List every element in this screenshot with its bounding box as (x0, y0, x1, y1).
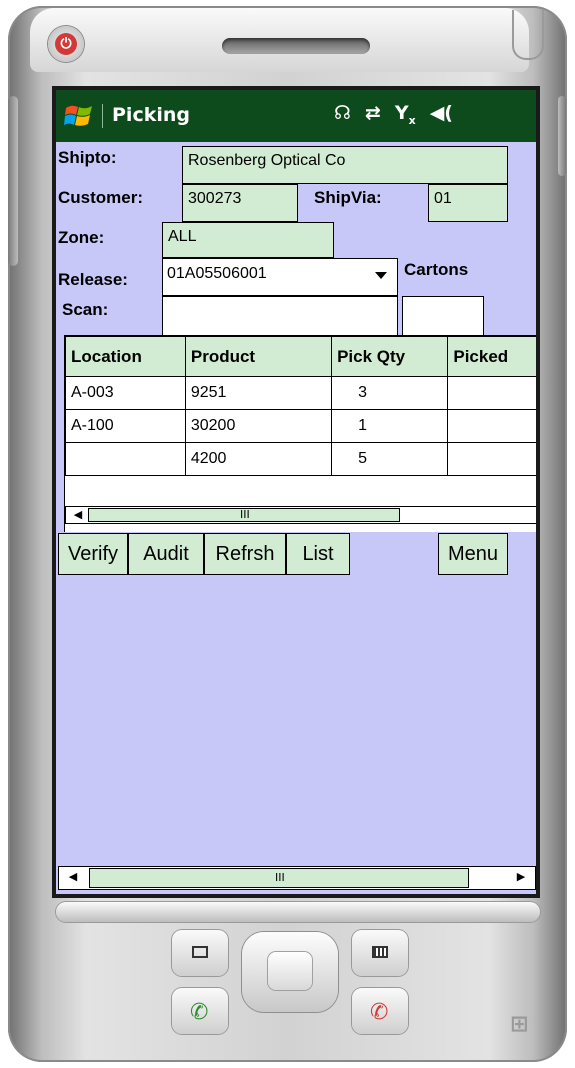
cell-product: 9251 (184, 376, 333, 410)
scroll-left-icon[interactable]: ◀ (68, 508, 88, 522)
cell-pick-qty: 3 (331, 376, 449, 410)
cell-location: A-003 (65, 376, 186, 410)
shipvia-field: 01 (428, 184, 508, 222)
list-button[interactable]: List (286, 533, 350, 575)
cell-picked (447, 442, 536, 476)
refresh-button[interactable]: Refrsh (204, 533, 286, 575)
no-signal-icon[interactable]: Yx (395, 102, 416, 130)
title-bar: Picking ☊ ⇄ Yx ◀︎( (56, 90, 536, 142)
phone-end-icon: ✆ (370, 1000, 389, 1025)
release-dropdown[interactable]: 01A05506001 (162, 258, 398, 296)
left-softkey[interactable] (172, 930, 228, 976)
scan-input[interactable] (162, 296, 398, 336)
table-row[interactable]: A-003 9251 3 (65, 376, 536, 410)
zone-label: Zone: (58, 228, 105, 247)
call-button[interactable]: ✆ (172, 988, 228, 1034)
scan-label: Scan: (62, 300, 109, 319)
cell-pick-qty: 1 (331, 409, 449, 443)
side-button-left[interactable] (8, 96, 18, 266)
volume-icon[interactable]: ◀︎( (430, 102, 453, 130)
menu-button[interactable]: Menu (438, 533, 508, 575)
dpad-center-button[interactable] (268, 952, 312, 990)
picking-table: Location Product Pick Qty Picked A-003 9… (65, 336, 536, 476)
stylus-slot (512, 10, 544, 60)
verify-button[interactable]: Verify (58, 533, 128, 575)
sync-icon[interactable]: ⇄ (365, 102, 381, 130)
shipto-label: Shipto: (58, 148, 117, 167)
grid-scroll-grip: III (240, 508, 250, 521)
zone-field: ALL (162, 222, 334, 258)
app-title: Picking (112, 104, 190, 126)
side-button-right[interactable] (558, 96, 566, 176)
column-header-location[interactable]: Location (65, 336, 186, 377)
status-icons: ☊ ⇄ Yx ◀︎( (334, 102, 453, 130)
column-header-product[interactable]: Product (184, 336, 333, 377)
cell-location (65, 442, 186, 476)
column-header-picked[interactable]: Picked (447, 336, 536, 377)
power-button[interactable]: ⏻ (48, 26, 84, 62)
cartons-label: Cartons (404, 260, 469, 279)
page-scroll-left-icon[interactable]: ◀ (63, 870, 83, 884)
windows-logo-icon: ⊞ (510, 1012, 529, 1037)
cell-picked (447, 409, 536, 443)
release-label: Release: (58, 270, 128, 289)
title-separator (102, 104, 103, 128)
audit-button[interactable]: Audit (128, 533, 204, 575)
page-scroll-grip: III (275, 871, 285, 884)
customer-label: Customer: (58, 188, 144, 207)
right-softkey[interactable] (352, 930, 408, 976)
speaker-grille (222, 38, 370, 54)
release-value: 01A05506001 (167, 265, 267, 282)
table-row[interactable]: 4200 5 (65, 442, 536, 476)
page-scroll-right-icon[interactable]: ▶ (511, 870, 531, 884)
connectivity-icon[interactable]: ☊ (334, 102, 351, 130)
screen: Picking ☊ ⇄ Yx ◀︎( Shipto: Rosenberg Opt… (56, 90, 536, 894)
dpad[interactable] (242, 932, 338, 1012)
grid-horizontal-scrollbar[interactable]: ◀ III (65, 506, 536, 524)
right-softkey-icon (372, 946, 388, 958)
shipto-field: Rosenberg Optical Co (182, 146, 508, 184)
end-call-button[interactable]: ✆ (352, 988, 408, 1034)
picking-grid[interactable]: Location Product Pick Qty Picked A-003 9… (64, 335, 536, 532)
left-softkey-icon (192, 946, 208, 958)
cell-pick-qty: 5 (331, 442, 449, 476)
phone-call-icon: ✆ (190, 1000, 209, 1025)
power-icon: ⏻ (55, 33, 77, 55)
page-horizontal-scrollbar[interactable]: ◀ III ▶ (58, 866, 536, 890)
windows-start-icon[interactable] (64, 102, 94, 130)
shipvia-label: ShipVia: (314, 188, 382, 207)
cell-picked (447, 376, 536, 410)
cell-location: A-100 (65, 409, 186, 443)
lower-bezel-strip (56, 902, 540, 922)
cell-product: 30200 (184, 409, 333, 443)
cartons-input[interactable] (402, 296, 484, 336)
cell-product: 4200 (184, 442, 333, 476)
column-header-pick-qty[interactable]: Pick Qty (331, 336, 449, 377)
table-row[interactable]: A-100 30200 1 (65, 409, 536, 443)
dropdown-arrow-icon[interactable] (375, 272, 387, 279)
customer-field: 300273 (182, 184, 298, 222)
